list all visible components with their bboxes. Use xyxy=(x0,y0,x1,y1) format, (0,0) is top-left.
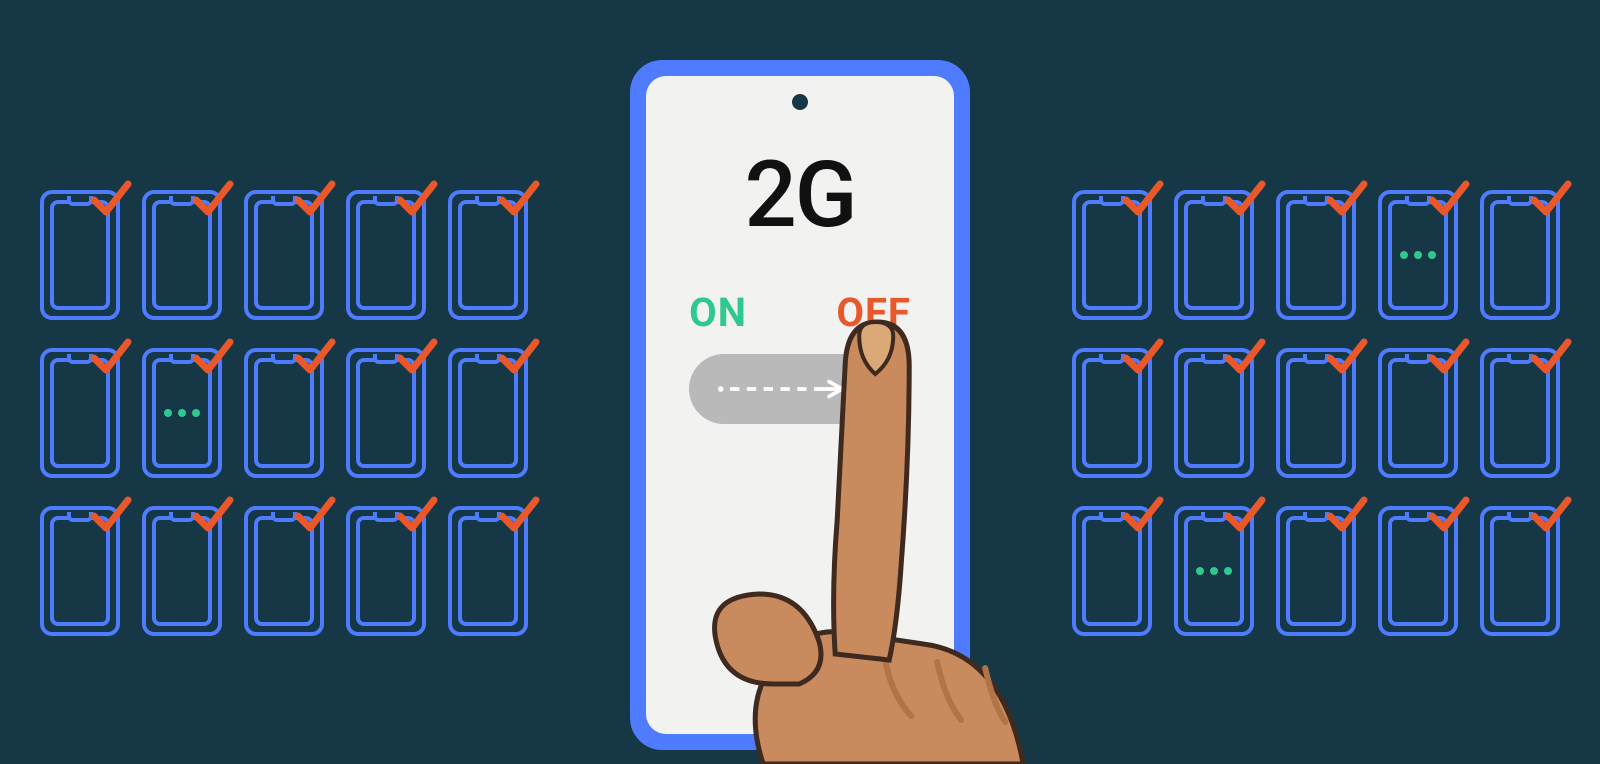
checkmark-icon xyxy=(1222,176,1268,222)
checkmark-icon xyxy=(88,492,134,538)
checkmark-icon xyxy=(1120,334,1166,380)
checkmark-icon xyxy=(1222,492,1268,538)
right-device-grid xyxy=(1072,190,1560,636)
checkmark-icon xyxy=(88,334,134,380)
device-icon xyxy=(40,190,120,320)
center-phone: 2G ON OFF xyxy=(630,60,970,750)
device-icon xyxy=(244,506,324,636)
device-icon xyxy=(1072,348,1152,478)
device-icon xyxy=(1072,190,1152,320)
toggle-track[interactable] xyxy=(689,354,911,424)
phone-title: 2G xyxy=(745,142,856,249)
checkmark-icon xyxy=(190,176,236,222)
checkmark-icon xyxy=(394,334,440,380)
checkmark-icon xyxy=(1528,334,1574,380)
checkmark-icon xyxy=(1324,492,1370,538)
checkmark-icon xyxy=(496,492,542,538)
device-icon xyxy=(448,348,528,478)
device-icon xyxy=(346,506,426,636)
checkmark-icon xyxy=(394,176,440,222)
checkmark-icon xyxy=(88,176,134,222)
device-icon xyxy=(142,506,222,636)
checkmark-icon xyxy=(394,492,440,538)
device-icon xyxy=(1480,190,1560,320)
device-icon xyxy=(1276,348,1356,478)
device-icon xyxy=(1378,348,1458,478)
device-icon xyxy=(142,190,222,320)
checkmark-icon xyxy=(292,176,338,222)
device-icon xyxy=(244,348,324,478)
checkmark-icon xyxy=(1426,176,1472,222)
checkmark-icon xyxy=(496,176,542,222)
checkmark-icon xyxy=(1120,176,1166,222)
device-icon xyxy=(142,348,222,478)
loading-dots-icon xyxy=(1400,251,1436,259)
device-icon xyxy=(448,190,528,320)
checkmark-icon xyxy=(190,334,236,380)
loading-dots-icon xyxy=(1196,567,1232,575)
toggle-arrow xyxy=(717,387,857,391)
toggle-labels: ON OFF xyxy=(689,289,911,336)
device-icon xyxy=(1276,506,1356,636)
checkmark-icon xyxy=(1120,492,1166,538)
device-icon xyxy=(1174,506,1254,636)
device-icon xyxy=(1174,190,1254,320)
toggle-knob[interactable] xyxy=(847,361,903,417)
checkmark-icon xyxy=(1324,176,1370,222)
device-icon xyxy=(1480,348,1560,478)
camera-dot xyxy=(792,94,808,110)
checkmark-icon xyxy=(292,492,338,538)
left-device-grid xyxy=(40,190,528,636)
device-icon xyxy=(1072,506,1152,636)
checkmark-icon xyxy=(1426,492,1472,538)
checkmark-icon xyxy=(1426,334,1472,380)
checkmark-icon xyxy=(1528,176,1574,222)
checkmark-icon xyxy=(496,334,542,380)
device-icon xyxy=(244,190,324,320)
off-label: OFF xyxy=(836,289,910,336)
device-icon xyxy=(40,506,120,636)
device-icon xyxy=(40,348,120,478)
device-icon xyxy=(346,190,426,320)
phone-screen: 2G ON OFF xyxy=(646,76,954,734)
device-icon xyxy=(448,506,528,636)
loading-dots-icon xyxy=(164,409,200,417)
device-icon xyxy=(346,348,426,478)
device-icon xyxy=(1378,506,1458,636)
device-icon xyxy=(1276,190,1356,320)
device-icon xyxy=(1378,190,1458,320)
checkmark-icon xyxy=(1222,334,1268,380)
checkmark-icon xyxy=(292,334,338,380)
device-icon xyxy=(1174,348,1254,478)
on-label: ON xyxy=(689,289,747,336)
device-icon xyxy=(1480,506,1560,636)
checkmark-icon xyxy=(190,492,236,538)
checkmark-icon xyxy=(1528,492,1574,538)
checkmark-icon xyxy=(1324,334,1370,380)
